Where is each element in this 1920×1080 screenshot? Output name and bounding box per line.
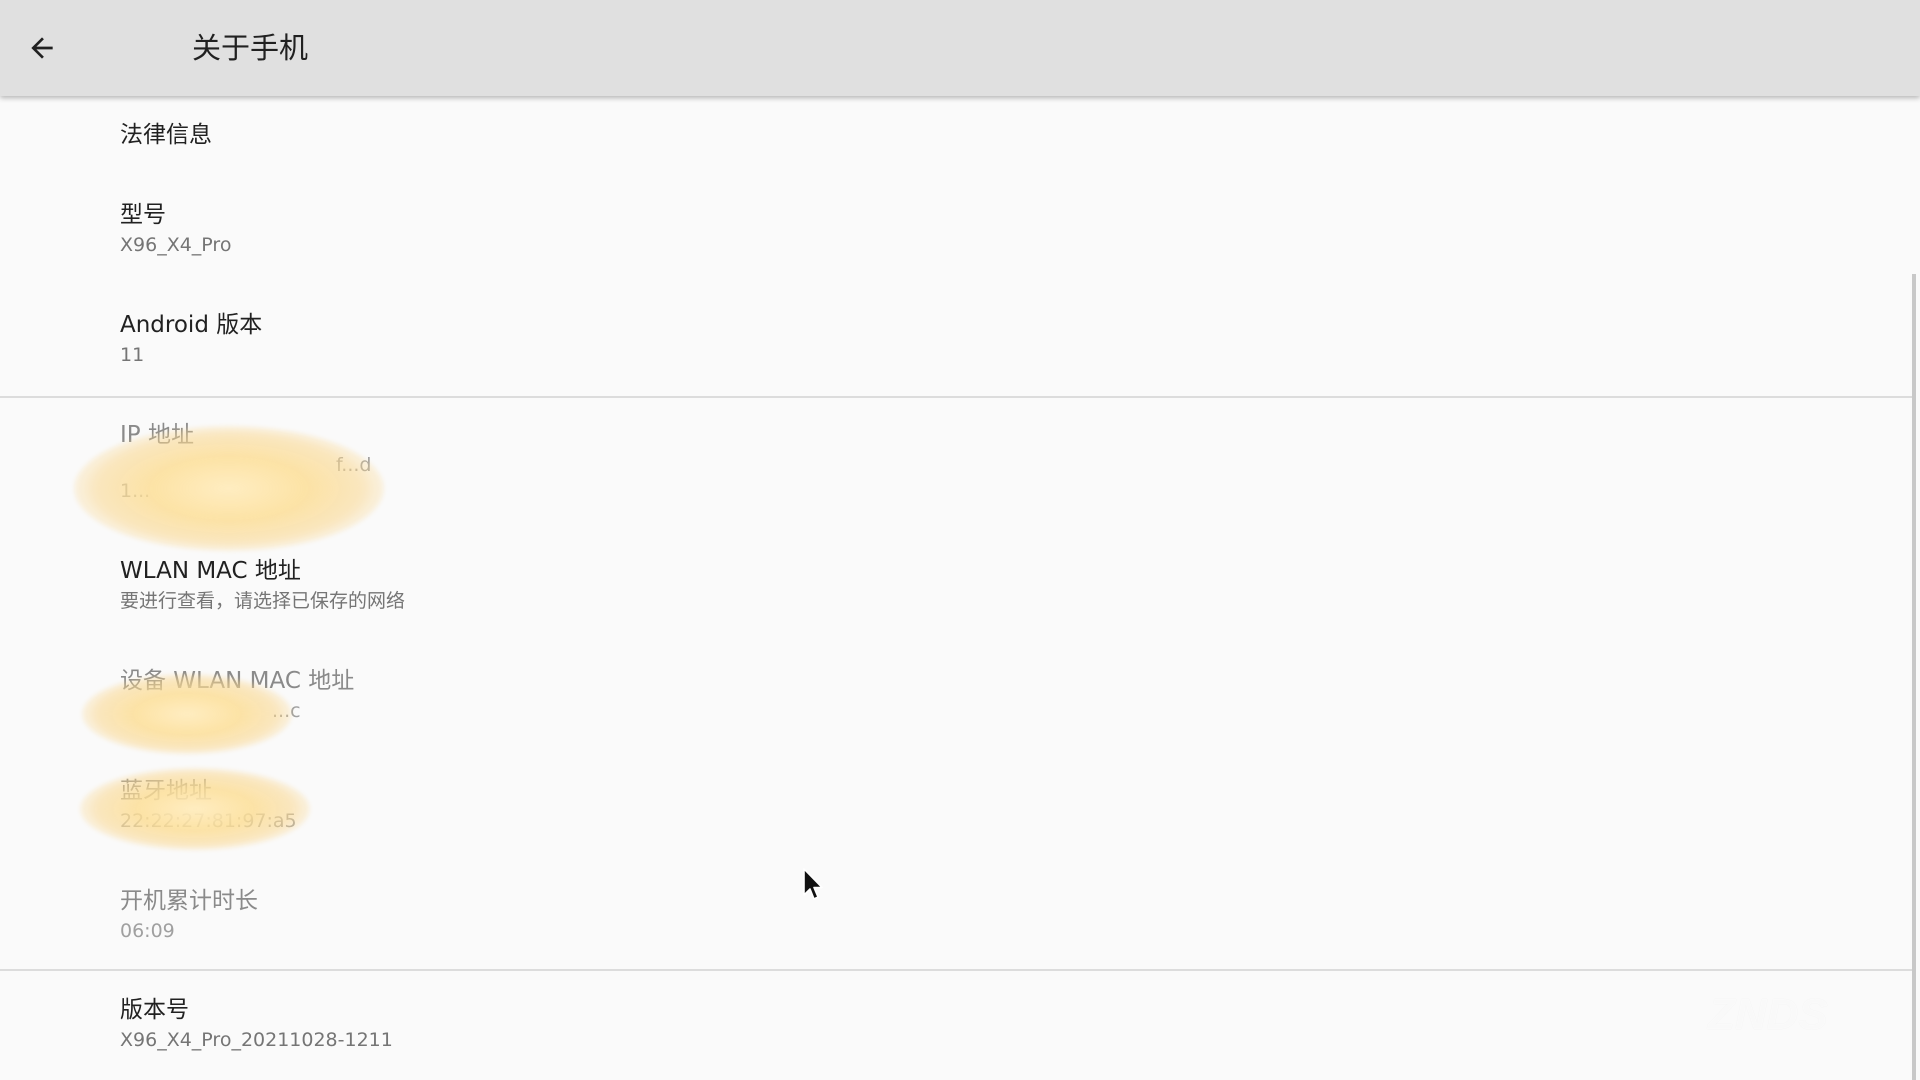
device-wlan-mac-summary: ...c: [272, 700, 301, 722]
legal-info-title: 法律信息: [120, 122, 212, 148]
uptime-summary: 06:09: [120, 920, 175, 942]
scrollbar[interactable]: [1912, 274, 1916, 1080]
uptime-title: 开机累计时长: [120, 888, 258, 914]
wlan-mac-item[interactable]: WLAN MAC 地址 要进行查看，请选择已保存的网络: [0, 534, 1912, 644]
mouse-cursor-icon: [803, 868, 823, 900]
wlan-mac-title: WLAN MAC 地址: [120, 558, 301, 584]
device-wlan-mac-item: 设备 WLAN MAC 地址 ...c: [0, 644, 1912, 754]
legal-info-item[interactable]: 法律信息: [0, 96, 1912, 178]
wlan-mac-summary: 要进行查看，请选择已保存的网络: [120, 590, 406, 612]
watermark-logo: ZNDS: [1708, 990, 1828, 1039]
bluetooth-address-title: 蓝牙地址: [120, 778, 212, 804]
model-item[interactable]: 型号 X96_X4_Pro: [0, 178, 1912, 288]
build-number-summary: X96_X4_Pro_20211028-1211: [120, 1029, 393, 1051]
back-button[interactable]: [14, 20, 70, 76]
build-number-item[interactable]: 版本号 X96_X4_Pro_20211028-1211: [0, 971, 1912, 1080]
model-title: 型号: [120, 202, 166, 228]
app-bar: 关于手机: [0, 0, 1920, 96]
bluetooth-address-summary: 22:22:27:81:97:a5: [120, 810, 297, 832]
device-wlan-mac-title: 设备 WLAN MAC 地址: [120, 668, 355, 694]
ip-address-summary-line2: 1...: [120, 480, 151, 502]
android-version-summary: 11: [120, 344, 145, 366]
uptime-item: 开机累计时长 06:09: [0, 864, 1912, 966]
ip-address-summary-line1: f...d: [336, 454, 372, 476]
ip-address-title: IP 地址: [120, 422, 194, 448]
page-title: 关于手机: [192, 31, 309, 65]
android-version-item[interactable]: Android 版本 11: [0, 288, 1912, 392]
arrow-back-icon: [31, 37, 53, 59]
model-summary: X96_X4_Pro: [120, 234, 232, 256]
ip-address-item: IP 地址 f...d 1...: [0, 398, 1912, 534]
android-version-title: Android 版本: [120, 312, 263, 338]
build-number-title: 版本号: [120, 997, 189, 1023]
bluetooth-address-item: 蓝牙地址 22:22:27:81:97:a5: [0, 754, 1912, 864]
